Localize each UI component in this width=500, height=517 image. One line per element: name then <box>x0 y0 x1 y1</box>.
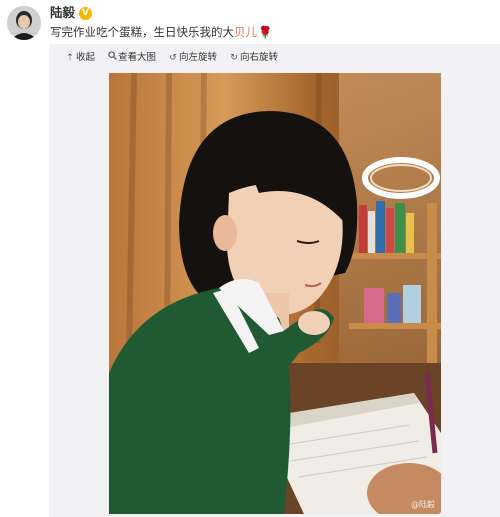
collapse-button[interactable]: ⇡ 收起 <box>65 50 95 66</box>
post-text-main: 写完作业吃个蛋糕，生日快乐我的大 <box>50 25 234 39</box>
collapse-up-icon: ⇡ <box>66 53 74 63</box>
verified-badge-icon: V <box>79 6 93 20</box>
rotate-left-label: 向左旋转 <box>179 52 218 63</box>
rotate-left-icon: ↺ <box>169 53 177 63</box>
post-photo[interactable]: @陆毅 <box>109 73 441 514</box>
media-panel: ⇡ 收起 查看大图 ↺ 向左旋转 ↻ 向右旋转 @陆毅 <box>49 44 500 517</box>
rotate-right-button[interactable]: ↻ 向右旋转 <box>229 50 278 66</box>
rotate-right-label: 向右旋转 <box>240 52 279 63</box>
view-large-button[interactable]: 查看大图 <box>107 50 156 66</box>
post-mention-link[interactable]: 贝儿 <box>234 25 257 39</box>
username-text[interactable]: 陆毅 <box>50 5 75 21</box>
collapse-label: 收起 <box>76 52 96 63</box>
rotate-right-icon: ↻ <box>230 53 238 63</box>
zoom-icon <box>107 50 117 66</box>
rose-emoji-icon: 🌹 <box>258 25 273 39</box>
media-toolbar: ⇡ 收起 查看大图 ↺ 向左旋转 ↻ 向右旋转 <box>65 50 278 66</box>
photo-watermark: @陆毅 <box>411 500 435 509</box>
photo-illustration <box>109 73 441 514</box>
user-avatar[interactable] <box>7 6 41 40</box>
view-large-label: 查看大图 <box>118 52 157 63</box>
rotate-left-button[interactable]: ↺ 向左旋转 <box>168 50 217 66</box>
post-text: 写完作业吃个蛋糕，生日快乐我的大贝儿🌹 <box>50 24 272 40</box>
username-link[interactable]: 陆毅 V <box>50 5 93 21</box>
